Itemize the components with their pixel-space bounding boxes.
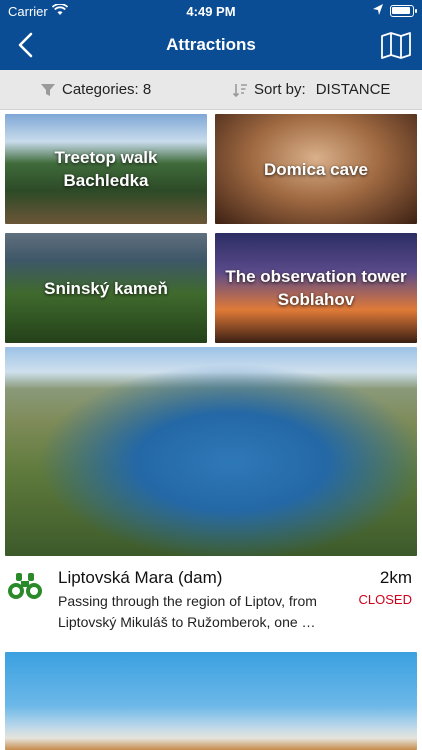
nav-header: Carrier 4:49 PM Attractions [0, 0, 422, 70]
categories-button[interactable]: Categories: 8 [40, 81, 151, 98]
attraction-distance: 2km [379, 568, 412, 587]
sort-label: Sort by: [254, 81, 306, 98]
attraction-name: Liptovská Mara (dam) [58, 568, 223, 587]
binoculars-icon [8, 573, 42, 599]
sort-icon [232, 83, 247, 97]
tile-label: Treetop walk Bachledka [54, 148, 158, 190]
tile-observation-tower[interactable]: The observation tower Soblahov [215, 233, 417, 343]
attraction-description: Passing through the region of Liptov, fr… [58, 593, 317, 630]
page-title: Attractions [166, 35, 256, 54]
tile-label: The observation tower Soblahov [225, 267, 407, 309]
tile-sninsky-kamen[interactable]: Sninský kameň [5, 233, 207, 343]
tile-treetop-walk[interactable]: Treetop walk Bachledka [5, 114, 207, 224]
location-arrow-icon [373, 4, 383, 15]
featured-info-row[interactable]: Liptovská Mara (dam) 2km Passing through… [0, 556, 422, 648]
clock: 4:49 PM [186, 4, 236, 19]
tile-label: Sninský kameň [44, 278, 168, 298]
status-badge: CLOSED [358, 592, 412, 607]
sort-button[interactable]: Sort by: DISTANCE [232, 81, 390, 98]
categories-label: Categories: 8 [62, 81, 152, 98]
filter-icon [41, 83, 55, 96]
tile-label: Domica cave [264, 159, 368, 179]
battery-icon [390, 5, 417, 17]
map-icon[interactable] [380, 30, 412, 60]
sort-value: DISTANCE [315, 81, 391, 98]
tile-domica-cave[interactable]: Domica cave [215, 114, 417, 224]
filter-bar: Categories: 8 Sort by: DISTANCE [0, 70, 422, 110]
status-bar: Carrier 4:49 PM [0, 0, 422, 22]
featured-image[interactable] [5, 347, 417, 556]
next-attraction-image[interactable] [5, 652, 417, 750]
